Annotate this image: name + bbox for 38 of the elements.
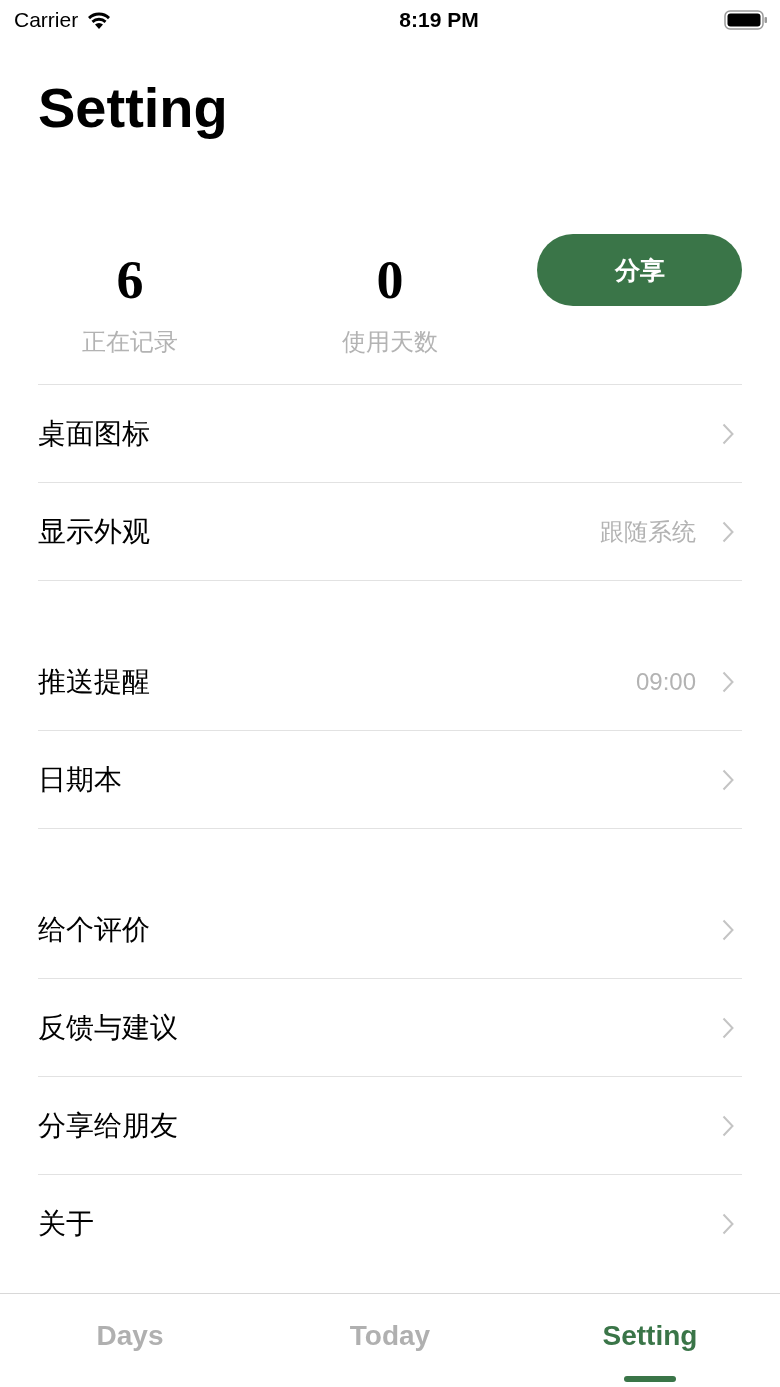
- row-label: 推送提醒: [38, 664, 151, 699]
- settings-row[interactable]: 推送提醒 09:00: [38, 633, 742, 731]
- row-label: 显示外观: [38, 514, 151, 549]
- chevron-right-icon: [722, 1114, 734, 1137]
- chevron-right-icon: [722, 918, 734, 941]
- stat-value: 6: [116, 252, 144, 308]
- chevron-right-icon: [722, 670, 734, 693]
- chevron-right-icon: [722, 422, 734, 445]
- clock-time: 8:19 PM: [399, 8, 479, 32]
- chevron-right-icon: [722, 768, 734, 791]
- stat-label: 使用天数: [342, 327, 438, 357]
- row-label: 关于: [38, 1206, 95, 1241]
- row-label: 给个评价: [38, 912, 151, 947]
- chevron-right-icon: [722, 1016, 734, 1039]
- row-label: 分享给朋友: [38, 1108, 179, 1143]
- settings-row[interactable]: 关于: [38, 1175, 742, 1272]
- row-label: 日期本: [38, 762, 123, 797]
- settings-row[interactable]: 分享给朋友: [38, 1077, 742, 1175]
- chevron-right-icon: [722, 520, 734, 543]
- wifi-icon: [86, 10, 113, 30]
- stat-label: 正在记录: [82, 327, 178, 357]
- settings-row[interactable]: 给个评价: [38, 881, 742, 979]
- tab[interactable]: Setting: [520, 1294, 780, 1378]
- settings-row[interactable]: 显示外观 跟随系统: [38, 483, 742, 581]
- share-button[interactable]: 分享: [537, 234, 742, 306]
- row-label: 桌面图标: [38, 416, 151, 451]
- page-title: Setting: [38, 76, 229, 140]
- row-value: 09:00: [635, 667, 696, 696]
- stat-value: 0: [376, 252, 404, 308]
- tab-indicator: [624, 1376, 676, 1382]
- chevron-right-icon: [722, 1212, 734, 1235]
- settings-row[interactable]: 日期本: [38, 731, 742, 829]
- settings-row[interactable]: 桌面图标: [38, 385, 742, 483]
- settings-row[interactable]: 反馈与建议: [38, 979, 742, 1077]
- battery-icon: [724, 10, 768, 30]
- carrier-label: Carrier: [14, 8, 79, 32]
- row-value: 跟随系统: [600, 516, 696, 547]
- row-label: 反馈与建议: [38, 1010, 179, 1045]
